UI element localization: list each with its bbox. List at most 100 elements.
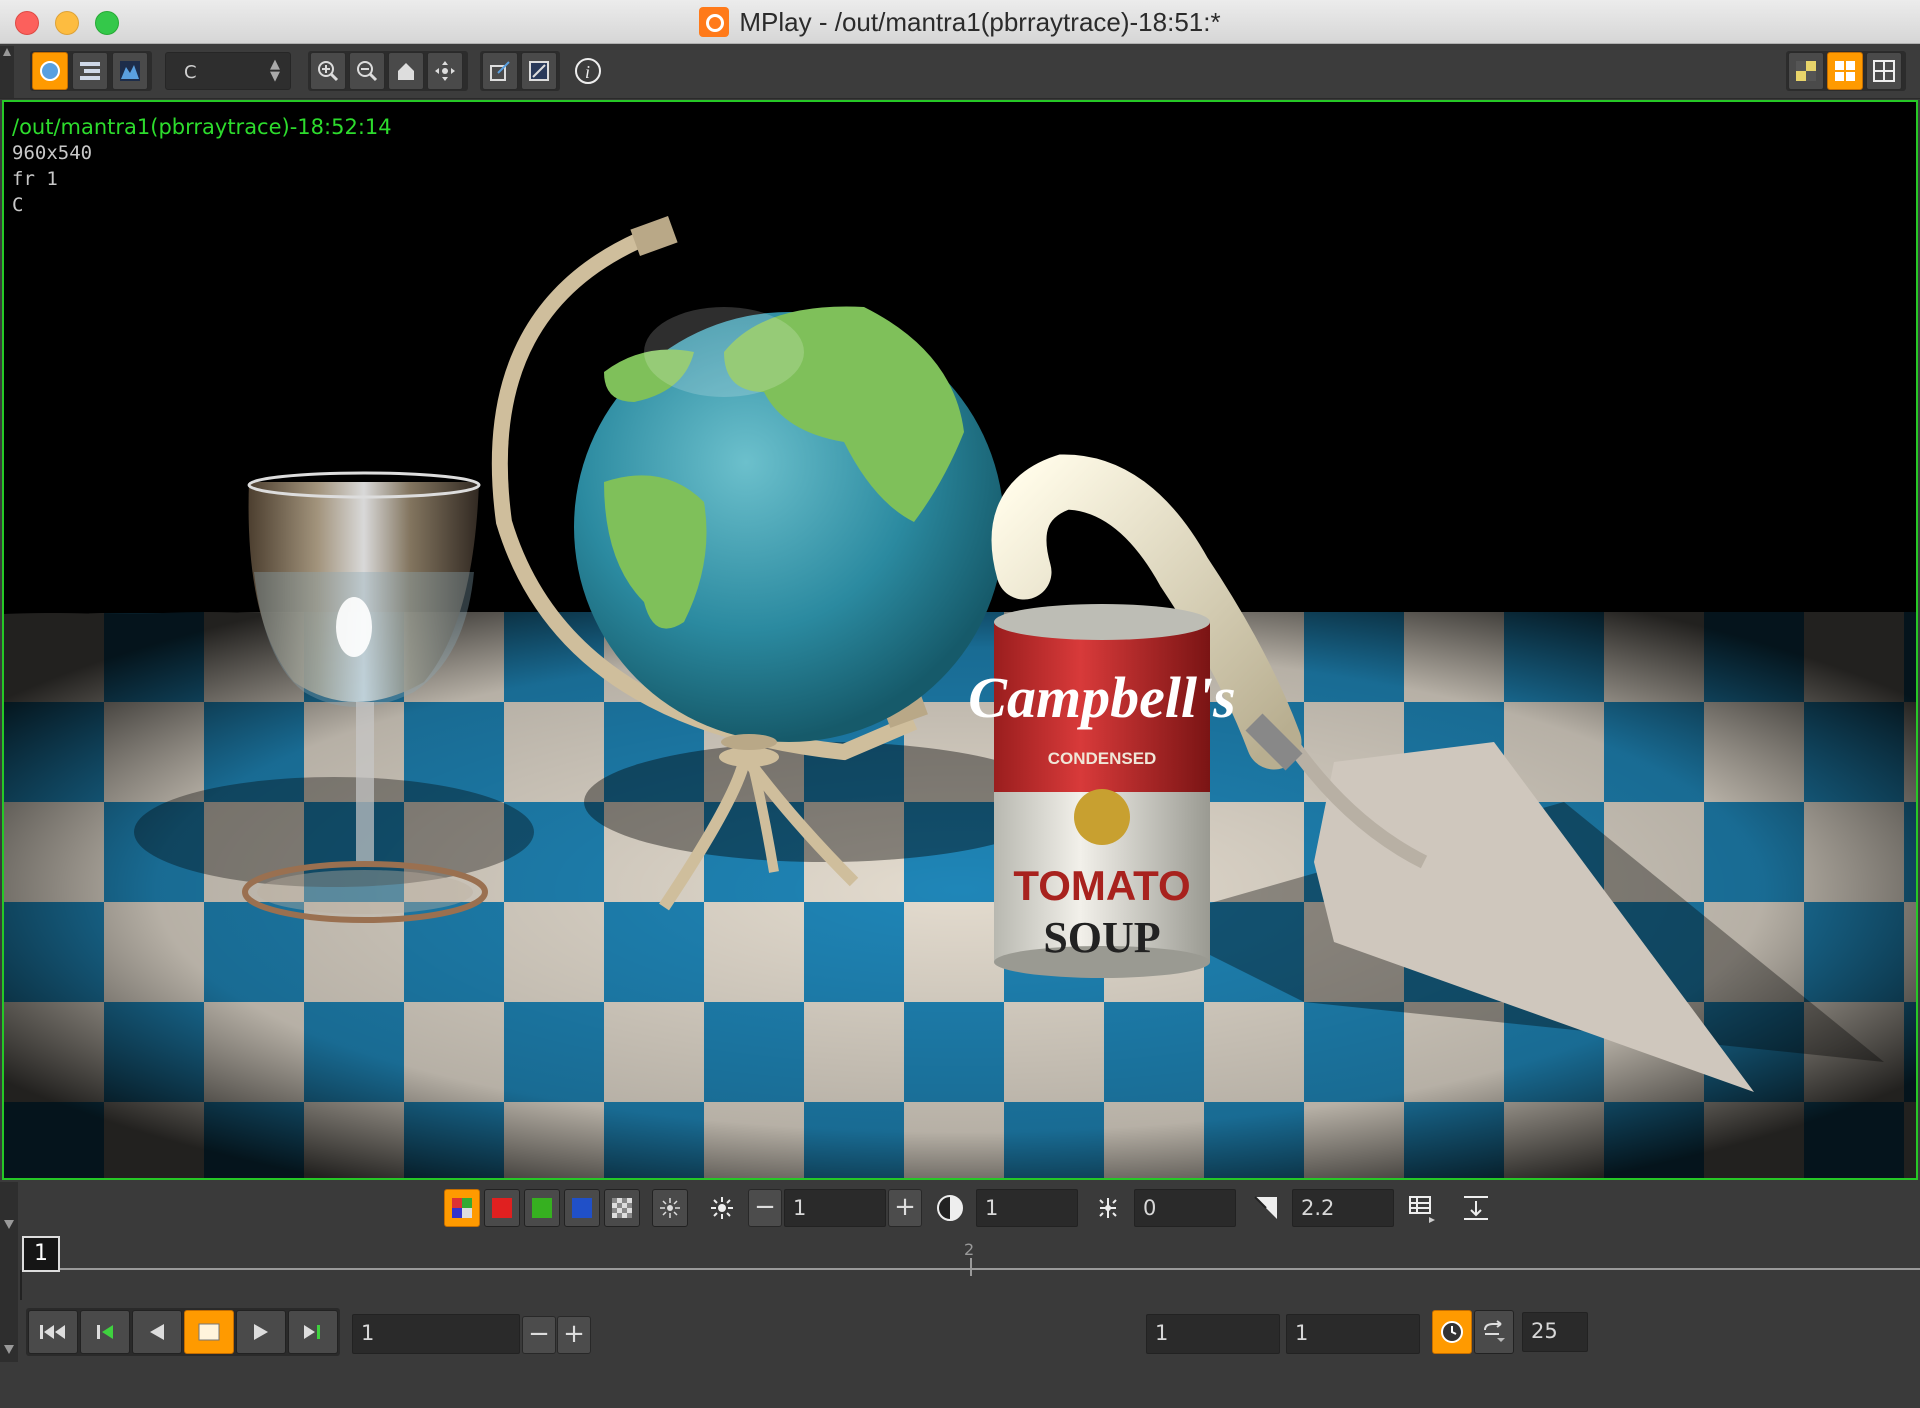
- contrast-icon: [937, 1195, 963, 1221]
- frame-increment-button[interactable]: +: [557, 1316, 591, 1354]
- checker-view-button[interactable]: [1788, 52, 1824, 90]
- grid-layout-icon: [1835, 61, 1855, 81]
- gamma-icon-button[interactable]: [1248, 1189, 1284, 1227]
- play-forward-icon: [254, 1324, 268, 1340]
- loop-mode-button[interactable]: [1474, 1310, 1514, 1354]
- channel-label: C: [12, 194, 24, 216]
- layer-list-button[interactable]: [72, 52, 108, 90]
- timeline-playhead[interactable]: [20, 1270, 22, 1300]
- play-reverse-button[interactable]: [132, 1310, 182, 1354]
- render-image: Campbell's CONDENSED TOMATO SOUP: [4, 102, 1916, 1178]
- lut-table-icon: [1409, 1196, 1435, 1223]
- frame-decrement-button[interactable]: −: [522, 1316, 556, 1354]
- rgb-channel-icon: [452, 1198, 472, 1218]
- go-to-start-icon: [40, 1325, 65, 1339]
- contrast-field[interactable]: 1: [976, 1189, 1078, 1227]
- offset-icon-button[interactable]: [1090, 1189, 1126, 1227]
- exposure-sparkle-icon: [660, 1198, 680, 1218]
- zoom-out-icon: [357, 61, 378, 82]
- view-mode-icon: [40, 61, 60, 81]
- histogram-button[interactable]: [112, 52, 148, 90]
- adapt-levels-button[interactable]: [1458, 1189, 1494, 1227]
- home-view-button[interactable]: [388, 52, 424, 90]
- gamma-field[interactable]: 2.2: [1292, 1189, 1394, 1227]
- step-back-button[interactable]: [80, 1310, 130, 1354]
- gamma-curve-icon: [1254, 1196, 1277, 1219]
- crop-region-button[interactable]: [482, 52, 518, 90]
- zoom-in-icon: [318, 61, 339, 82]
- zoom-in-button[interactable]: [310, 52, 346, 90]
- timeline-tick-label: 2: [964, 1240, 975, 1259]
- checker-view-icon: [1796, 61, 1816, 81]
- alpha-channel-button[interactable]: [604, 1189, 640, 1227]
- offset-icon: [1099, 1198, 1117, 1218]
- lut-menu-button[interactable]: [1404, 1189, 1440, 1227]
- fit-icon: [435, 61, 455, 81]
- go-to-start-button[interactable]: [28, 1310, 78, 1354]
- go-to-end-button[interactable]: [288, 1310, 338, 1354]
- end-frame-field[interactable]: 1: [1286, 1314, 1420, 1354]
- channel-select[interactable]: C ▲ ▼: [165, 52, 291, 90]
- fit-view-button[interactable]: [427, 52, 463, 90]
- contrast-icon-button[interactable]: [932, 1189, 968, 1227]
- levels-icon: [1464, 1196, 1488, 1220]
- step-back-icon: [97, 1325, 113, 1339]
- play-forward-button[interactable]: [236, 1310, 286, 1354]
- timeline-current-frame-marker[interactable]: 1: [22, 1236, 60, 1272]
- exposure-field[interactable]: 1: [784, 1189, 886, 1227]
- timeline-tick: [970, 1258, 972, 1276]
- green-channel-button[interactable]: [524, 1189, 560, 1227]
- green-channel-icon: [532, 1198, 552, 1218]
- image-info-overlay: /out/mantra1(pbrraytrace)-18:52:14 960x5…: [12, 114, 392, 218]
- stop-icon: [198, 1323, 220, 1341]
- info-icon: i: [575, 58, 601, 84]
- rgb-channel-button[interactable]: [444, 1189, 480, 1227]
- resolution-label: 960x540: [12, 142, 93, 164]
- info-button[interactable]: i: [570, 52, 606, 90]
- soup-can: Campbell's CONDENSED TOMATO SOUP: [968, 604, 1236, 978]
- grid-layout-button[interactable]: [1827, 52, 1863, 90]
- red-channel-button[interactable]: [484, 1189, 520, 1227]
- glass-shadow: [134, 777, 534, 887]
- blue-channel-icon: [572, 1198, 592, 1218]
- alpha-checker-icon: [612, 1198, 632, 1218]
- exposure-icon-button[interactable]: [704, 1189, 740, 1227]
- timeline-collapse-handle[interactable]: [0, 1182, 18, 1362]
- current-frame-field[interactable]: 1: [352, 1314, 520, 1354]
- select-arrows-icon: ▲ ▼: [270, 57, 280, 84]
- can-tomato-text: TOMATO: [1013, 862, 1190, 909]
- title-bar: MPlay - /out/mantra1(pbrraytrace)-18:51:…: [0, 0, 1920, 44]
- realtime-toggle-button[interactable]: [1432, 1310, 1472, 1354]
- can-condensed-text: CONDENSED: [1048, 749, 1157, 768]
- fps-field[interactable]: 25: [1522, 1312, 1588, 1352]
- zoom-out-button[interactable]: [349, 52, 385, 90]
- svg-text:i: i: [585, 62, 590, 82]
- render-viewport[interactable]: Campbell's CONDENSED TOMATO SOUP /out/ma…: [2, 100, 1918, 1180]
- window-title: MPlay - /out/mantra1(pbrraytrace)-18:51:…: [739, 6, 1221, 37]
- stop-button[interactable]: [184, 1310, 234, 1354]
- quad-layout-button[interactable]: [1866, 52, 1902, 90]
- exposure-icon: [711, 1197, 733, 1219]
- loop-icon: [1484, 1320, 1505, 1342]
- offset-field[interactable]: 0: [1134, 1189, 1236, 1227]
- blue-channel-button[interactable]: [564, 1189, 600, 1227]
- frame-label: fr 1: [12, 168, 58, 190]
- exposure-decrement-button[interactable]: −: [748, 1189, 782, 1227]
- layer-list-icon: [80, 62, 100, 80]
- channel-select-value: C: [184, 62, 197, 83]
- histogram-icon: [120, 61, 140, 81]
- render-path-label: /out/mantra1(pbrraytrace)-18:52:14: [12, 115, 392, 139]
- go-to-end-icon: [304, 1325, 320, 1339]
- clock-icon: [1441, 1321, 1463, 1343]
- mplay-window: MPlay - /out/mantra1(pbrraytrace)-18:51:…: [0, 0, 1920, 1408]
- adjust-button[interactable]: [521, 52, 557, 90]
- can-soup-text: SOUP: [1043, 913, 1160, 962]
- crop-icon: [490, 61, 510, 81]
- quad-layout-icon: [1873, 60, 1895, 82]
- exposure-increment-button[interactable]: +: [888, 1189, 922, 1227]
- view-mode-button[interactable]: [32, 52, 68, 90]
- exposure-menu-button[interactable]: [652, 1189, 688, 1227]
- toolbar-collapse-handle[interactable]: [0, 46, 14, 98]
- play-reverse-icon: [150, 1324, 164, 1340]
- start-frame-field[interactable]: 1: [1146, 1314, 1280, 1354]
